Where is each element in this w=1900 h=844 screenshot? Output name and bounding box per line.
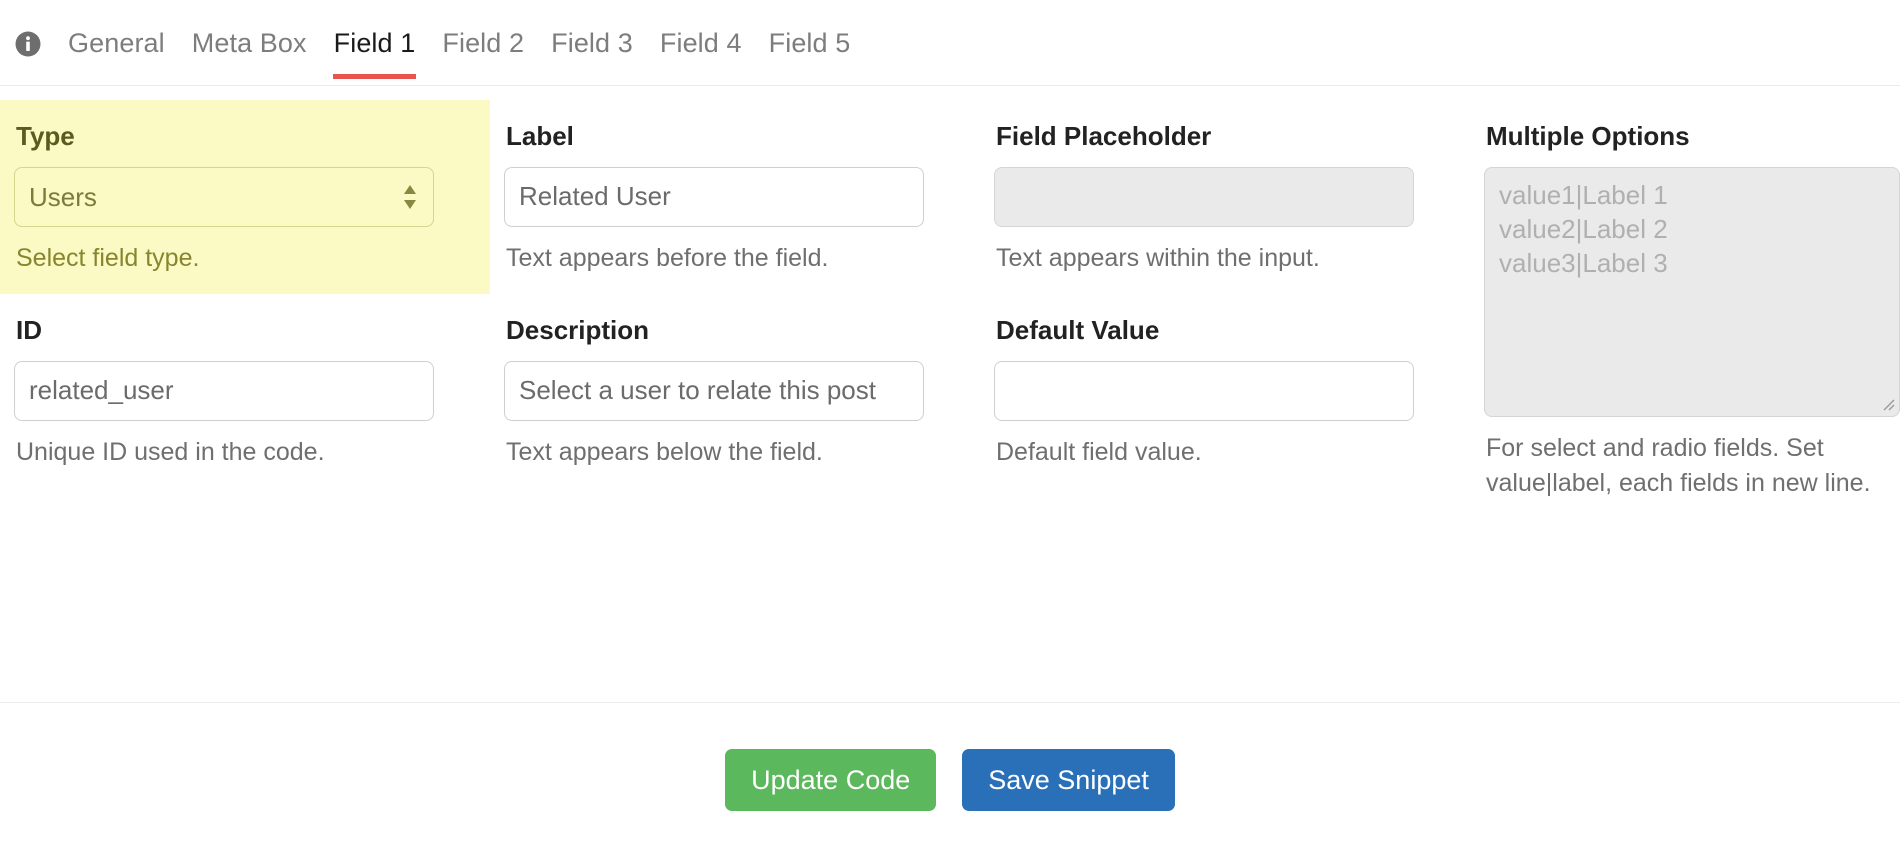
tab-field-4[interactable]: Field 4 xyxy=(660,8,742,79)
multiple-options-textarea[interactable] xyxy=(1484,166,1900,417)
field-settings-grid: Type Users Select field type. ID Unique … xyxy=(0,86,1900,520)
field-group-description: Description Text appears below the field… xyxy=(490,294,980,488)
id-help-text: Unique ID used in the code. xyxy=(16,437,325,466)
default-value-help-text: Default field value. xyxy=(996,437,1202,466)
type-select-wrapper[interactable]: Users xyxy=(14,166,434,227)
column-placeholder-default: Field Placeholder Text appears within th… xyxy=(980,100,1470,520)
label-help-text: Text appears before the field. xyxy=(506,243,829,272)
tab-field-3[interactable]: Field 3 xyxy=(551,8,633,79)
default-value-label: Default Value xyxy=(996,315,1160,346)
default-value-input[interactable] xyxy=(994,360,1414,421)
label-label: Label xyxy=(506,121,574,151)
description-label: Description xyxy=(506,315,650,346)
action-bar: Update Code Save Snippet xyxy=(0,703,1900,811)
type-select[interactable]: Users xyxy=(14,166,434,227)
column-label-description: Label Text appears before the field. Des… xyxy=(490,100,980,520)
label-input[interactable] xyxy=(504,166,924,227)
field-group-label: Label Text appears before the field. xyxy=(490,100,980,294)
type-help-text: Select field type. xyxy=(16,243,200,272)
field-group-placeholder: Field Placeholder Text appears within th… xyxy=(980,100,1470,294)
field-settings-panel: Type Users Select field type. ID Unique … xyxy=(0,86,1900,703)
placeholder-input[interactable] xyxy=(994,166,1414,227)
id-label: ID xyxy=(16,315,42,346)
tab-field-1[interactable]: Field 1 xyxy=(332,8,417,79)
id-input[interactable] xyxy=(14,360,434,421)
description-input[interactable] xyxy=(504,360,924,421)
tab-field-2[interactable]: Field 2 xyxy=(442,8,524,79)
placeholder-help-text: Text appears within the input. xyxy=(996,243,1320,272)
update-code-button[interactable]: Update Code xyxy=(725,749,937,811)
multiple-options-help-text: For select and radio fields. Set value|l… xyxy=(1486,433,1871,498)
multiple-options-label: Multiple Options xyxy=(1486,121,1690,151)
field-group-id: ID Unique ID used in the code. xyxy=(0,294,490,488)
tab-bar: General Meta Box Field 1 Field 2 Field 3… xyxy=(0,0,1900,86)
info-icon[interactable] xyxy=(14,30,42,58)
field-group-type: Type Users Select field type. xyxy=(0,100,490,295)
multiple-options-wrapper xyxy=(1484,166,1900,417)
type-label: Type xyxy=(16,121,75,151)
column-type-id: Type Users Select field type. ID Unique … xyxy=(0,100,490,520)
footer-divider xyxy=(0,702,1900,703)
placeholder-label: Field Placeholder xyxy=(996,121,1212,151)
field-group-multiple-options: Multiple Options For select and radio fi… xyxy=(1470,100,1900,520)
field-group-default-value: Default Value Default field value. xyxy=(980,294,1470,488)
tab-general[interactable]: General xyxy=(68,8,165,79)
tab-meta-box[interactable]: Meta Box xyxy=(192,8,307,79)
tab-field-5[interactable]: Field 5 xyxy=(769,8,851,79)
description-help-text: Text appears below the field. xyxy=(506,437,823,466)
column-multiple-options: Multiple Options For select and radio fi… xyxy=(1470,100,1900,520)
save-snippet-button[interactable]: Save Snippet xyxy=(962,749,1175,811)
